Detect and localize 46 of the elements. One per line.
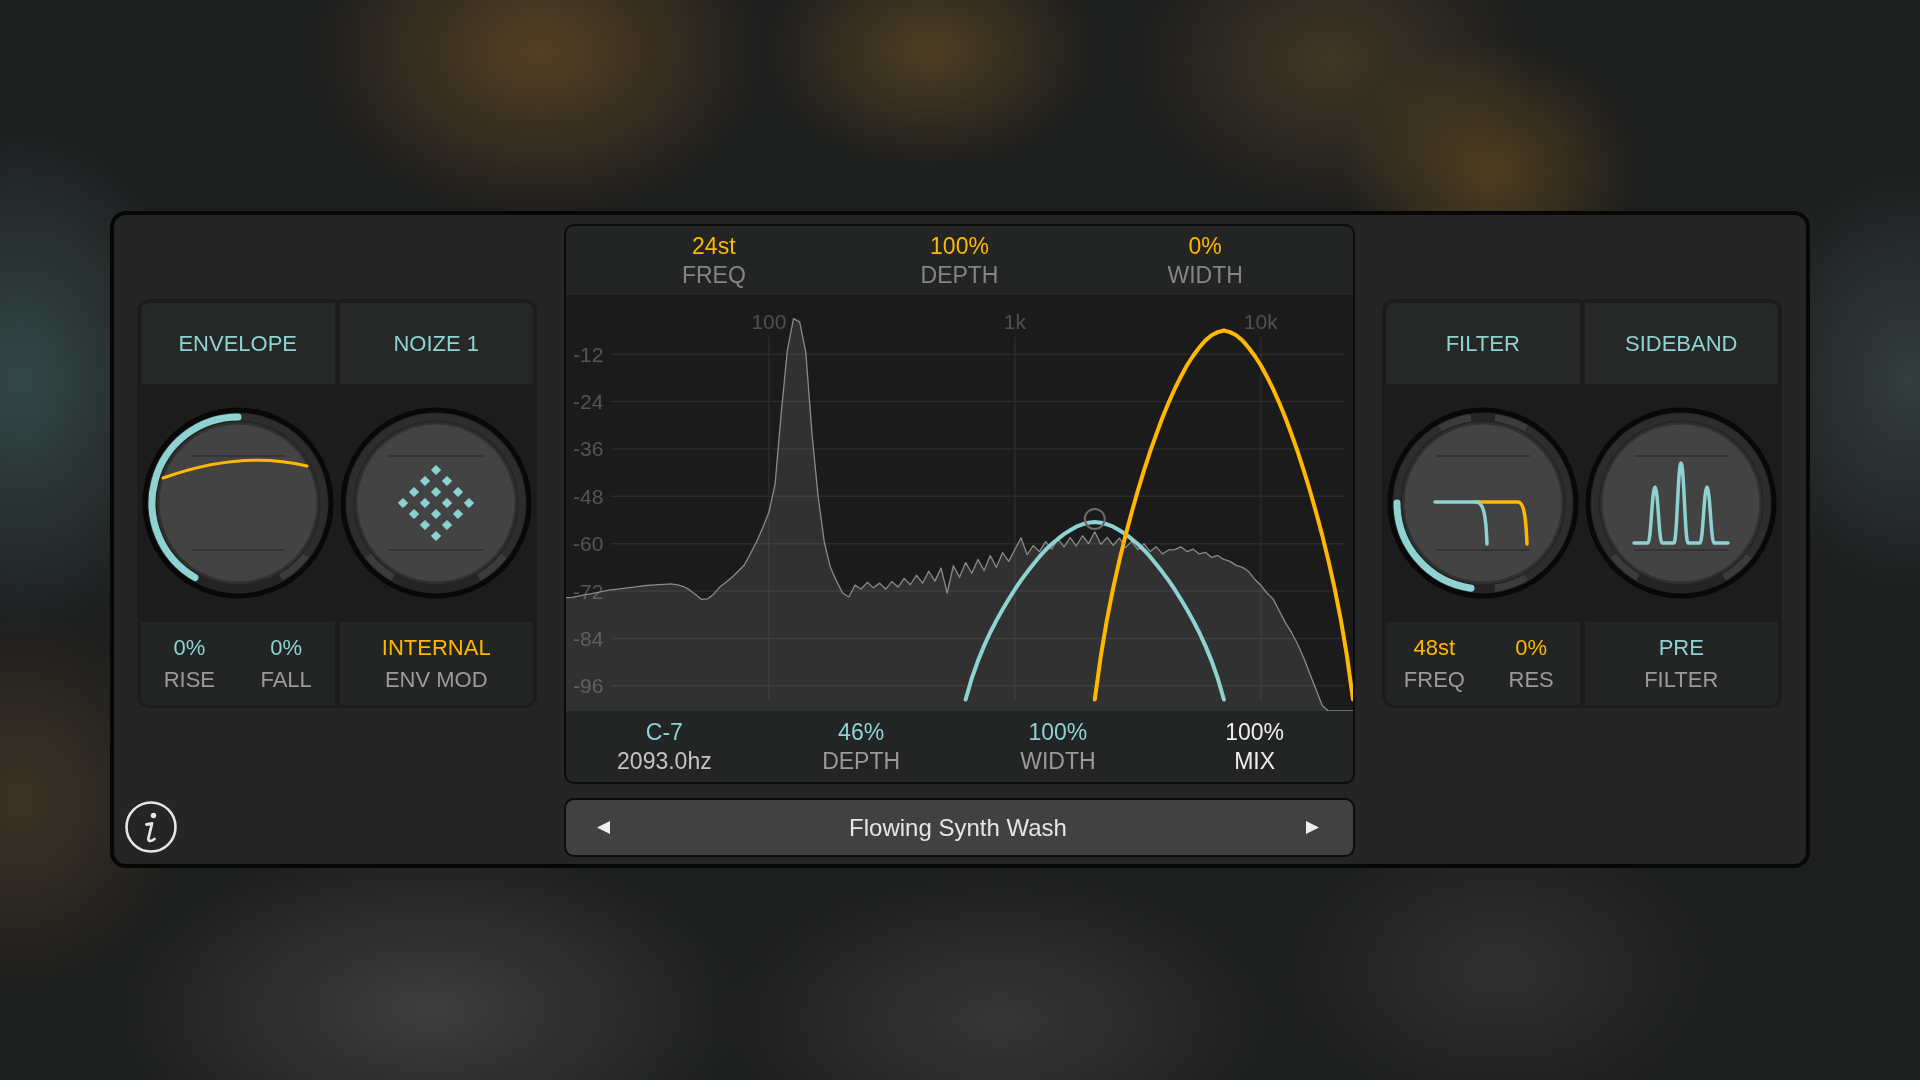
param-value: 0% (1515, 633, 1547, 662)
param-value: INTERNAL (381, 633, 491, 662)
section-button[interactable]: NOIZE 1 (339, 303, 533, 384)
param-label: FALL (260, 665, 312, 694)
right-arrow-icon[interactable] (1305, 820, 1320, 835)
y-axis-label: -60 (573, 532, 604, 556)
param-value: C-7 (645, 717, 683, 747)
y-axis-label: -24 (573, 390, 604, 414)
param-label: FILTER (1644, 665, 1719, 694)
param-label: FREQ (681, 260, 746, 289)
param-label: MIX (1234, 746, 1276, 776)
param-label: WIDTH (1167, 260, 1243, 289)
dot-diamond-icon (398, 464, 475, 542)
left-arrow-icon[interactable] (596, 820, 611, 835)
param-label: DEPTH (822, 746, 901, 776)
param-label: DEPTH (920, 260, 999, 289)
three-peaks-icon (1632, 461, 1730, 545)
param-value: 100% (930, 232, 989, 261)
section-button[interactable]: ENVELOPE (141, 303, 335, 384)
param-value: 0% (270, 633, 302, 662)
rotary-knob[interactable] (1585, 407, 1778, 599)
param-value: 100% (1225, 717, 1285, 747)
param-value: 0% (1188, 232, 1222, 261)
param-label: ENV MOD (384, 665, 488, 694)
param-label: FREQ (1403, 665, 1465, 694)
band-handle-icon[interactable] (1083, 507, 1106, 530)
param-value: 100% (1028, 717, 1088, 747)
preset-name: Flowing Synth Wash (849, 813, 1067, 842)
param-value: 24st (692, 232, 736, 261)
param-value: PRE (1658, 633, 1704, 662)
section-button[interactable]: SIDEBAND (1584, 303, 1778, 384)
param-value: 0% (173, 633, 206, 662)
param-label: 2093.0hz (617, 746, 712, 776)
y-axis-label: -12 (573, 342, 604, 366)
info-icon[interactable] (124, 800, 178, 854)
rotary-knob[interactable] (141, 407, 334, 599)
rotary-knob[interactable] (340, 407, 533, 599)
param-value: 48st (1413, 633, 1456, 662)
section-button[interactable]: FILTER (1386, 303, 1580, 384)
curve-line-icon (161, 458, 309, 480)
param-label: RISE (163, 665, 216, 694)
param-label: RES (1508, 665, 1554, 694)
y-axis-label: -48 (573, 484, 604, 508)
param-label: WIDTH (1020, 746, 1096, 776)
param-value: 46% (838, 717, 885, 747)
y-axis-label: -36 (573, 437, 604, 461)
